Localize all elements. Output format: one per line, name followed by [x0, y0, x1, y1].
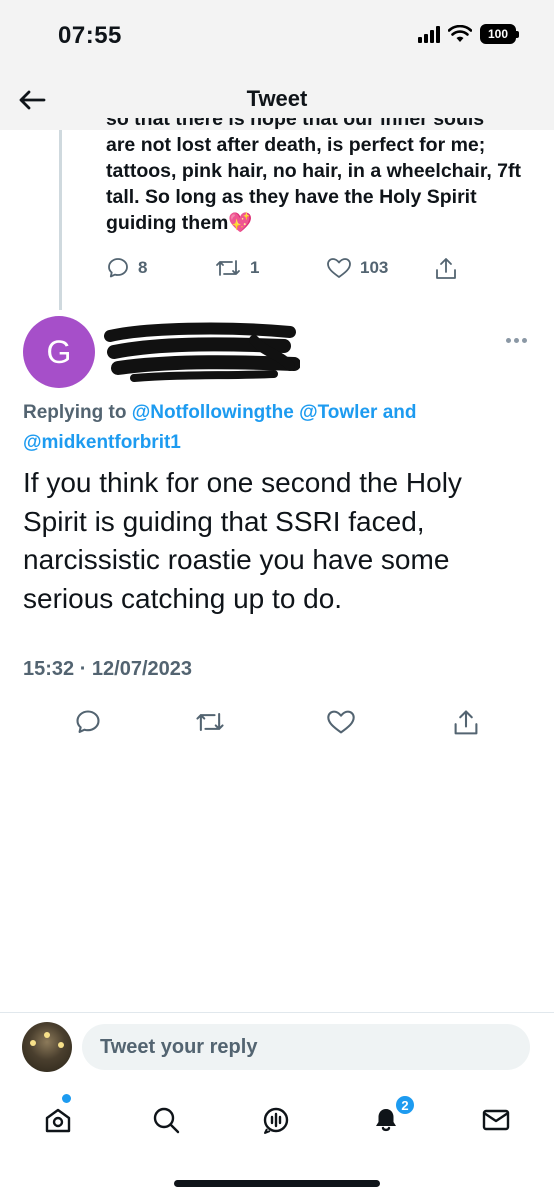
share-icon: [454, 710, 478, 735]
share-icon: [436, 258, 456, 279]
like-button[interactable]: [326, 708, 356, 741]
share-button[interactable]: [452, 708, 480, 743]
retweet-action[interactable]: 1: [214, 256, 259, 280]
reply-button[interactable]: [74, 708, 102, 741]
thread-line: [59, 130, 62, 310]
comment-icon: [108, 258, 128, 278]
mention-link[interactable]: @Notfollowingthe: [132, 402, 294, 423]
retweet-icon: [216, 260, 240, 276]
share-action[interactable]: [434, 256, 458, 282]
search-icon: [153, 1107, 180, 1134]
notifications-badge: 2: [394, 1094, 416, 1116]
reply-count: 8: [138, 258, 148, 277]
like-count: 103: [360, 258, 389, 277]
previous-tweet-text: are not lost after death, is perfect for…: [106, 134, 522, 234]
tab-bar: [0, 1088, 554, 1148]
tweet-timestamp: 15:32 · 12/07/2023: [23, 658, 193, 680]
retweet-count: 1: [250, 258, 260, 277]
tweet-body: If you think for one second the Holy Spi…: [23, 467, 462, 614]
author-avatar[interactable]: G: [23, 316, 95, 388]
reply-input[interactable]: [82, 1024, 530, 1070]
heart-icon: [327, 258, 351, 278]
home-indicator: [174, 1180, 380, 1187]
page-title: Tweet: [246, 86, 308, 111]
tab-messages[interactable]: [476, 1100, 516, 1140]
comment-icon: [76, 710, 100, 733]
heart-icon: [327, 710, 355, 734]
battery-icon: 100: [480, 24, 519, 44]
status-bar: 07:55 100: [0, 0, 554, 70]
mention-link[interactable]: @Towler: [299, 402, 377, 423]
home-unread-dot: [62, 1094, 71, 1103]
status-time: 07:55: [58, 22, 122, 49]
tweet-actions: [0, 702, 554, 742]
envelope-icon: [482, 1109, 510, 1131]
mention-link[interactable]: @midkentforbrit1: [23, 432, 181, 453]
signal-icon: [418, 25, 440, 43]
spaces-icon: [263, 1107, 289, 1134]
like-action[interactable]: 103: [326, 256, 388, 280]
retweet-button[interactable]: [194, 708, 226, 741]
tab-spaces[interactable]: [256, 1100, 296, 1140]
previous-tweet-cut-text: so that there is hope that our inner sou…: [106, 118, 485, 130]
previous-tweet-actions: 8 1 103: [106, 256, 466, 284]
wifi-icon: [448, 25, 472, 42]
redacted-author-name: [104, 322, 300, 382]
divider: [0, 1012, 554, 1013]
ellipsis-icon[interactable]: [506, 338, 528, 344]
tab-search[interactable]: [146, 1100, 186, 1140]
reply-action[interactable]: 8: [106, 256, 147, 280]
tab-home[interactable]: [38, 1100, 78, 1140]
retweet-icon: [196, 712, 224, 732]
home-icon: [45, 1108, 71, 1133]
user-avatar[interactable]: [22, 1022, 72, 1072]
replying-to: Replying to @Notfollowingthe @Towler and…: [23, 402, 417, 453]
status-icons: 100: [418, 24, 519, 44]
